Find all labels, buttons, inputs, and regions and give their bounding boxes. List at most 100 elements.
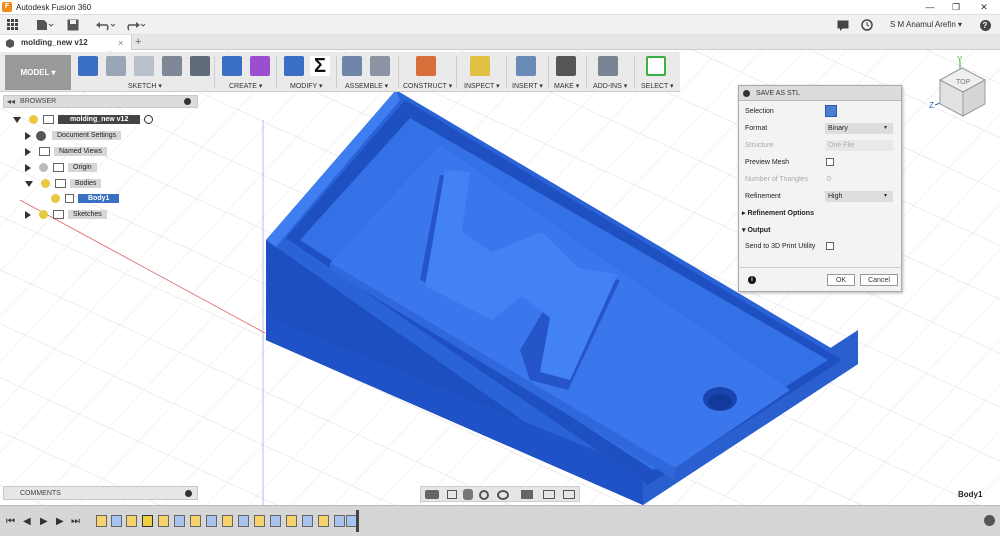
inspect-menu[interactable]: INSPECT ▾: [464, 82, 500, 90]
browser-item-body1[interactable]: Body1: [47, 192, 120, 205]
timeline-marker[interactable]: [356, 510, 359, 532]
comments-add-icon[interactable]: [185, 489, 192, 497]
step-back-icon[interactable]: ◀: [23, 516, 31, 527]
job-status-icon[interactable]: [860, 18, 874, 32]
collapse-browser-icon[interactable]: ◂◂: [7, 97, 15, 106]
timeline-feature[interactable]: [270, 515, 281, 527]
rectangle-icon[interactable]: [106, 56, 126, 76]
document-tab[interactable]: molding_new v12 ×: [0, 35, 132, 50]
3d-print-icon[interactable]: [556, 56, 576, 76]
workspace-switcher-button[interactable]: MODEL ▾: [5, 55, 71, 90]
go-to-end-icon[interactable]: ⏭: [71, 516, 80, 527]
make-menu[interactable]: MAKE ▾: [554, 82, 579, 90]
format-select[interactable]: Binary: [825, 123, 893, 134]
mirror-icon[interactable]: [134, 56, 154, 76]
joint-icon[interactable]: [370, 56, 390, 76]
timeline-feature[interactable]: [334, 515, 345, 527]
timeline-feature[interactable]: [206, 515, 217, 527]
visibility-bulb-icon[interactable]: [41, 179, 50, 188]
create-sketch-icon[interactable]: [78, 56, 98, 76]
timeline-feature[interactable]: [142, 515, 153, 527]
browser-options-icon[interactable]: [184, 98, 191, 105]
activate-radio-icon[interactable]: [144, 115, 154, 124]
timeline-feature[interactable]: [111, 515, 122, 527]
expand-icon[interactable]: [25, 210, 31, 219]
sigma-parameters-icon[interactable]: Σ: [310, 56, 330, 76]
timeline-feature[interactable]: [158, 515, 169, 527]
modify-menu[interactable]: MODIFY ▾: [290, 82, 323, 90]
close-tab-icon[interactable]: ×: [118, 38, 123, 48]
restore-button[interactable]: ❐: [944, 0, 968, 15]
browser-item-origin[interactable]: Origin: [25, 161, 97, 174]
redo-icon[interactable]: [124, 18, 146, 32]
offset-plane-icon[interactable]: [416, 56, 436, 76]
help-icon[interactable]: ?: [974, 18, 996, 32]
visibility-bulb-icon[interactable]: [29, 115, 38, 124]
timeline-feature[interactable]: [238, 515, 249, 527]
save-icon[interactable]: [66, 18, 80, 32]
timeline-feature[interactable]: [286, 515, 297, 527]
timeline-feature[interactable]: [96, 515, 107, 527]
expand-icon[interactable]: [25, 180, 33, 187]
cancel-button[interactable]: Cancel: [860, 274, 898, 286]
apps-grid-icon[interactable]: [6, 18, 20, 32]
visibility-bulb-icon[interactable]: [39, 163, 48, 172]
browser-item-sketches[interactable]: Sketches: [25, 208, 107, 221]
expand-icon[interactable]: [25, 163, 31, 172]
minimize-button[interactable]: —: [918, 0, 942, 15]
press-pull-icon[interactable]: [284, 56, 304, 76]
sketch-menu[interactable]: SKETCH ▾: [128, 82, 162, 90]
form-icon[interactable]: [250, 56, 270, 76]
browser-item-named-views[interactable]: Named Views: [25, 145, 108, 158]
timeline-feature[interactable]: [190, 515, 201, 527]
expand-icon[interactable]: [13, 116, 21, 123]
extrude-icon[interactable]: [222, 56, 242, 76]
browser-item-bodies[interactable]: Bodies: [25, 177, 102, 190]
visibility-bulb-icon[interactable]: [51, 194, 60, 203]
insert-image-icon[interactable]: [516, 56, 536, 76]
assemble-menu[interactable]: ASSEMBLE ▾: [345, 82, 388, 90]
measure-icon[interactable]: [470, 56, 490, 76]
send-to-print-checkbox[interactable]: [826, 242, 834, 250]
refinement-select[interactable]: High: [825, 191, 893, 202]
close-button[interactable]: ✕: [972, 0, 996, 15]
trim-icon[interactable]: [162, 56, 182, 76]
timeline-feature[interactable]: [318, 515, 329, 527]
look-at-icon[interactable]: [447, 490, 457, 499]
create-menu[interactable]: CREATE ▾: [229, 82, 262, 90]
output-toggle[interactable]: ▾ Output: [742, 226, 770, 234]
ok-button[interactable]: OK: [827, 274, 855, 286]
timeline-feature[interactable]: [302, 515, 313, 527]
browser-root-node[interactable]: molding_new v12: [13, 113, 154, 126]
orbit-icon[interactable]: [425, 490, 439, 499]
info-icon[interactable]: i: [748, 276, 756, 284]
preview-mesh-checkbox[interactable]: [826, 158, 834, 166]
go-to-start-icon[interactable]: ⏮: [6, 516, 15, 527]
refinement-options-toggle[interactable]: ▸ Refinement Options: [742, 209, 814, 217]
undo-icon[interactable]: [94, 18, 116, 32]
timeline-feature[interactable]: [126, 515, 137, 527]
selection-cursor-button[interactable]: [825, 105, 837, 117]
timeline-feature[interactable]: [254, 515, 265, 527]
insert-menu[interactable]: INSERT ▾: [512, 82, 543, 90]
expand-icon[interactable]: [25, 147, 31, 156]
expand-icon[interactable]: [25, 131, 31, 140]
select-menu[interactable]: SELECT ▾: [641, 82, 674, 90]
user-account-menu[interactable]: S M Anamul Arefin ▾: [890, 15, 962, 35]
timeline-feature[interactable]: [174, 515, 185, 527]
timeline-settings-gear-icon[interactable]: [984, 515, 995, 526]
browser-item-document-settings[interactable]: Document Settings: [25, 129, 122, 142]
play-icon[interactable]: ▶: [40, 516, 48, 527]
construct-menu[interactable]: CONSTRUCT ▾: [403, 82, 452, 90]
zoom-icon[interactable]: [479, 490, 489, 500]
file-menu-icon[interactable]: [34, 18, 56, 32]
text-icon[interactable]: [190, 56, 210, 76]
display-settings-icon[interactable]: [521, 490, 533, 499]
addins-menu[interactable]: ADD-INS ▾: [593, 82, 627, 90]
dialog-header[interactable]: SAVE AS STL: [739, 86, 901, 101]
timeline-feature[interactable]: [222, 515, 233, 527]
fit-icon[interactable]: [497, 490, 509, 500]
scripts-addins-icon[interactable]: [598, 56, 618, 76]
step-forward-icon[interactable]: ▶: [56, 516, 64, 527]
new-tab-button[interactable]: +: [135, 35, 141, 50]
